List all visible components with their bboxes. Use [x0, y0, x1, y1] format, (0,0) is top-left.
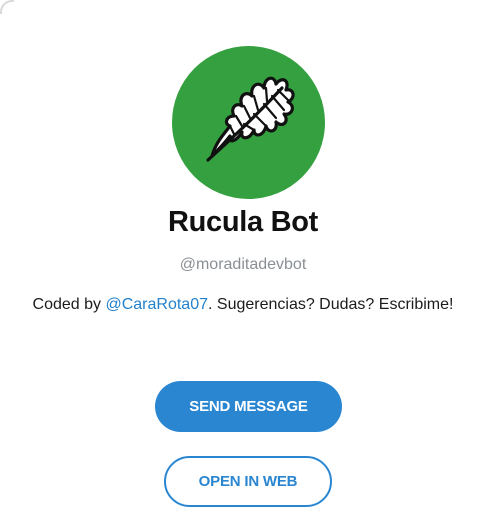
bot-username: @moraditadevbot — [179, 256, 307, 273]
mention-link[interactable]: @CaraRota07 — [105, 296, 208, 313]
avatar — [172, 46, 325, 199]
send-message-button[interactable]: SEND MESSAGE — [155, 381, 342, 432]
arugula-leaf-icon — [206, 76, 295, 162]
bot-profile-page: Rucula Bot @moraditadevbot Coded by @Car… — [0, 0, 486, 529]
bot-name: Rucula Bot — [167, 206, 319, 238]
open-in-web-button[interactable]: OPEN IN WEB — [164, 456, 332, 507]
description-prefix: Coded by — [32, 296, 106, 313]
description-suffix: . Sugerencias? Dudas? Escribime! — [208, 296, 454, 313]
corner-decoration — [0, 0, 14, 14]
bot-description: Coded by @CaraRota07. Sugerencias? Dudas… — [30, 291, 456, 318]
